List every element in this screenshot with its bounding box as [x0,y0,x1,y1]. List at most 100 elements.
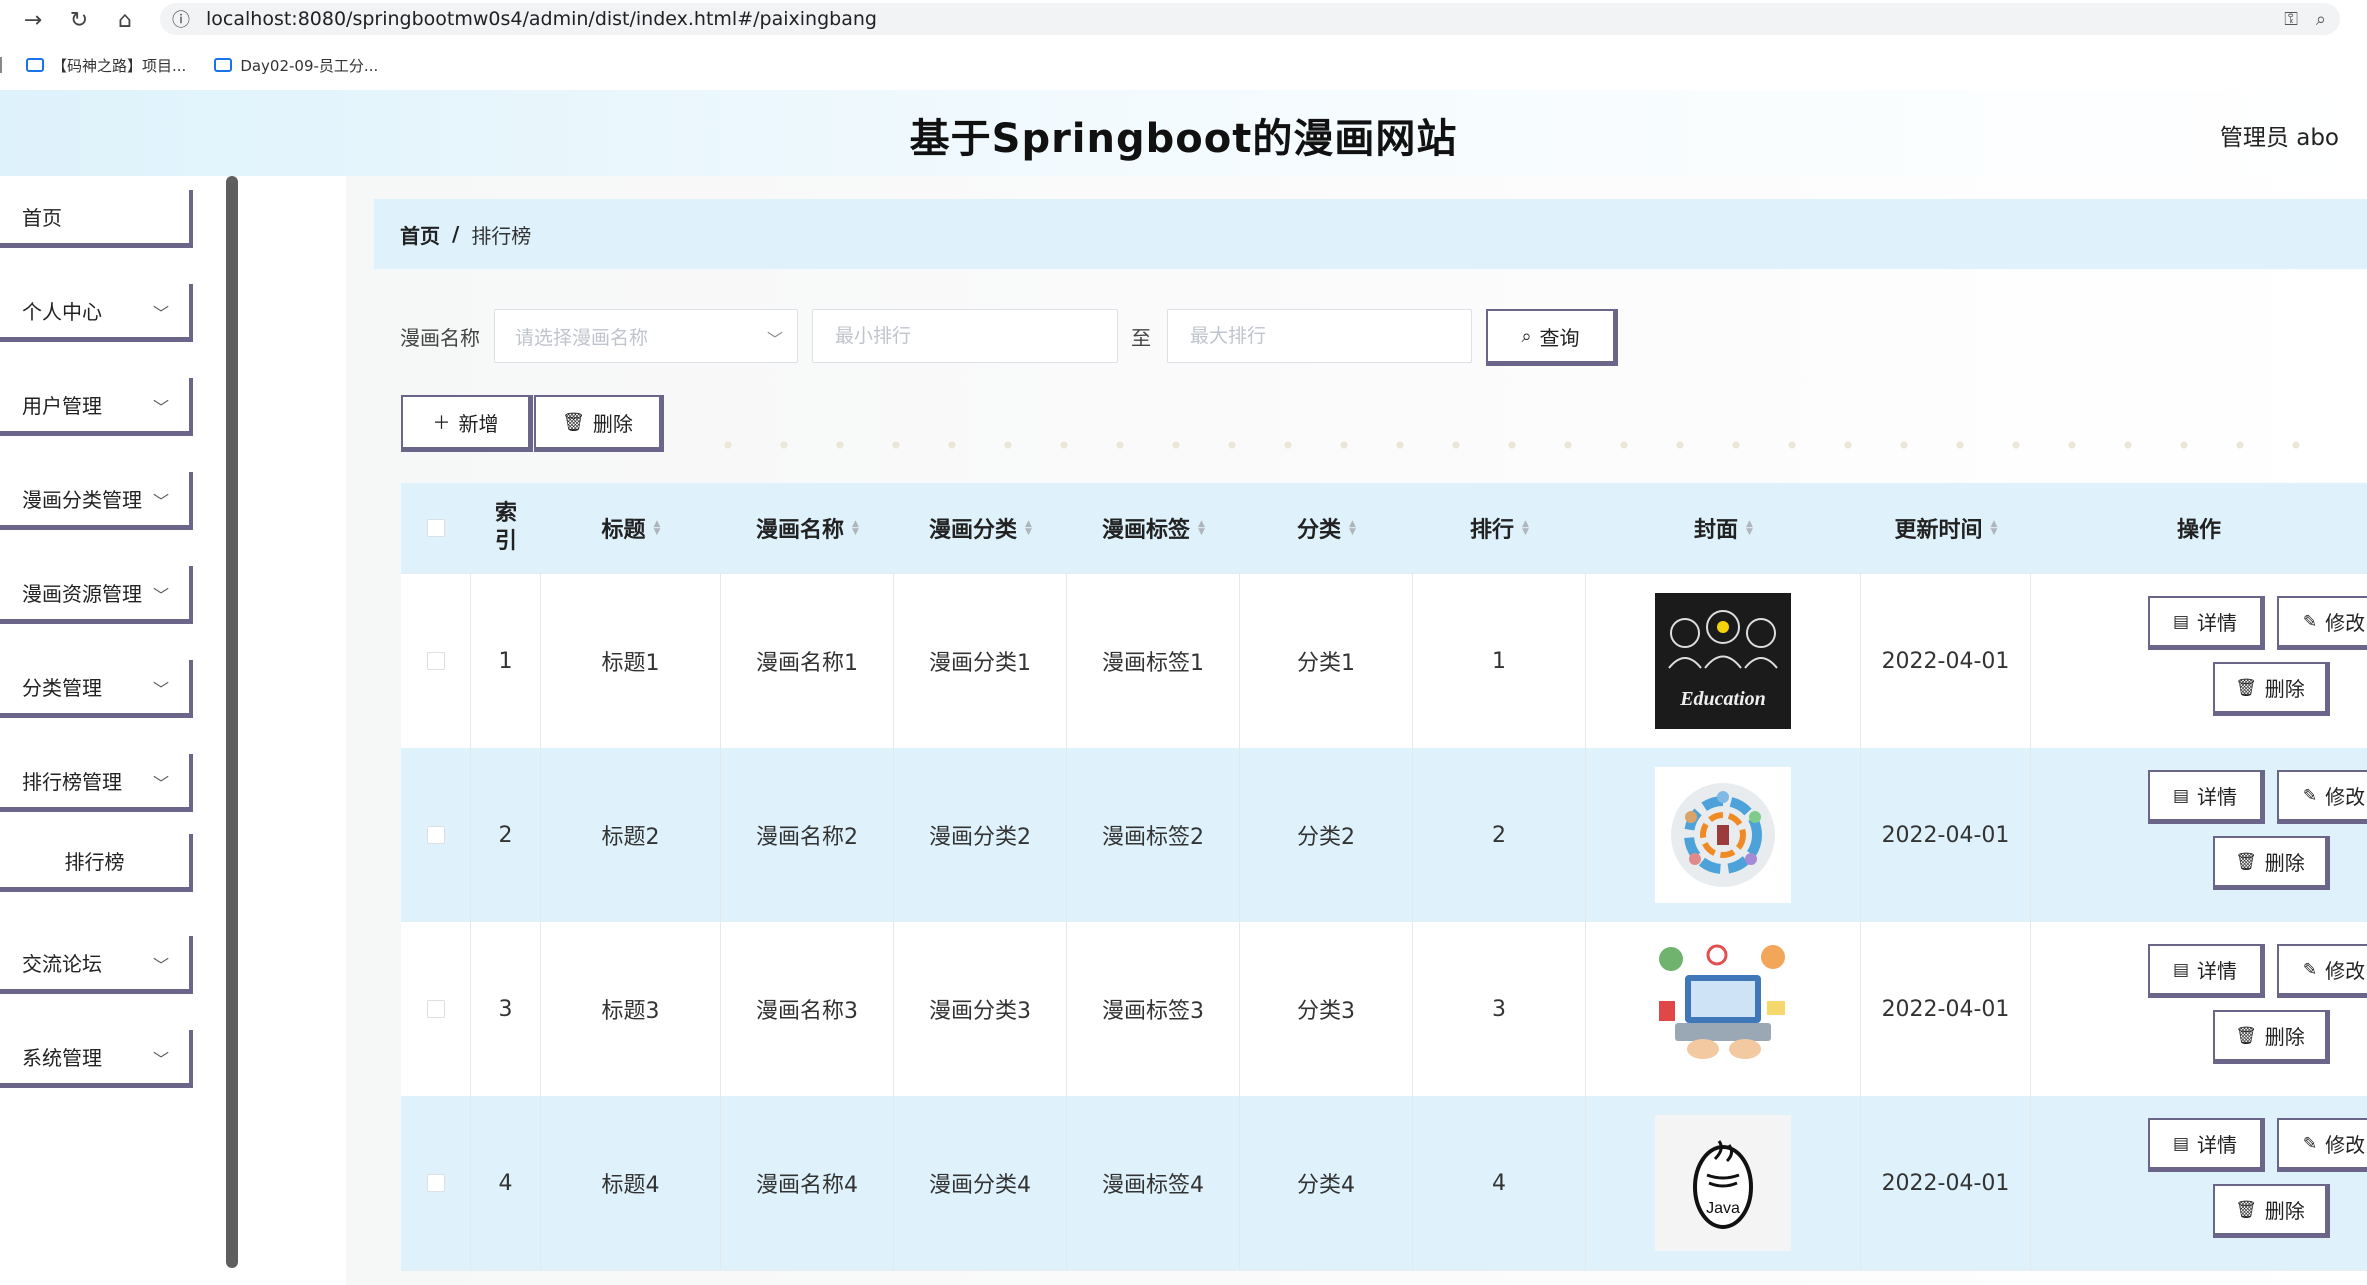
cell-cover [1586,748,1861,922]
cell-ops: ▤ 详情 ✎ 修改 🗑 删除 [2031,922,2367,1096]
cover-image-education: Education [1655,593,1791,729]
cell-title: 标题3 [541,922,721,1096]
sidebar-item-forum[interactable]: 交流论坛 ﹀ [0,936,193,994]
forward-icon[interactable]: → [18,5,48,35]
header-comic-category-label: 漫画分类 [929,518,1018,543]
delete-button[interactable]: 🗑 删除 [2213,662,2330,716]
delete-button[interactable]: 🗑 删除 [2213,1184,2330,1238]
add-button[interactable]: ＋ 新增 [401,395,533,452]
header-ops-label: 操作 [2176,518,2221,543]
sort-icon[interactable]: ▲ ▼ [654,520,661,537]
sidebar-subitem-ranking[interactable]: 排行榜 [0,834,193,892]
detail-button[interactable]: ▤ 详情 [2148,1118,2265,1172]
comic-name-select[interactable]: 请选择漫画名称 ﹀ [494,309,798,363]
cell-cover: Education [1586,574,1861,748]
address-bar[interactable]: ⓘ localhost:8080/springbootmw0s4/admin/d… [160,3,2340,35]
sidebar-item-user-management[interactable]: 用户管理 ﹀ [0,378,193,436]
row-select-cell[interactable] [401,748,471,922]
header-rank-label: 排行 [1470,518,1515,543]
sidebar-item-label: 系统管理 [22,1046,102,1070]
bookmark-item[interactable]: 【码神之路】项目... [26,55,186,76]
header-comic-tag[interactable]: 漫画标签 ▲ ▼ [1067,483,1240,573]
url-text: localhost:8080/springbootmw0s4/admin/dis… [206,8,877,30]
edit-button[interactable]: ✎ 修改 [2277,596,2367,650]
sidebar-item-system-management[interactable]: 系统管理 ﹀ [0,1030,193,1088]
sidebar-item-label: 漫画分类管理 [22,488,142,512]
sidebar-item-comic-resource-management[interactable]: 漫画资源管理 ﹀ [0,566,193,624]
row-checkbox[interactable] [426,826,445,844]
document-icon: ▤ [2172,959,2190,980]
user-label[interactable]: 管理员 abo [2220,118,2339,152]
chevron-down-icon: ﹀ [766,330,783,349]
query-button[interactable]: ⌕ 查询 [1486,309,1618,366]
detail-button[interactable]: ▤ 详情 [2148,944,2265,998]
row-select-cell[interactable] [401,922,471,1096]
edit-button[interactable]: ✎ 修改 [2277,770,2367,824]
cell-ops: ▤ 详情 ✎ 修改 🗑 删除 [2031,574,2367,748]
cell-title: 标题1 [541,574,721,748]
delete-button[interactable]: 🗑 删除 [2213,1010,2330,1064]
row-checkbox[interactable] [426,1000,445,1018]
header-cover[interactable]: 封面 ▲ ▼ [1586,483,1861,573]
row-checkbox[interactable] [426,1174,445,1192]
sidebar-item-comic-category-management[interactable]: 漫画分类管理 ﹀ [0,472,193,530]
bookmark-item[interactable]: Day02-09-员工分... [214,55,378,76]
header-comic-name[interactable]: 漫画名称 ▲ ▼ [721,483,894,573]
sidebar-item-home[interactable]: 首页 [0,190,193,248]
detail-button-label: 详情 [2197,1133,2238,1157]
sort-icon[interactable]: ▲ ▼ [1746,520,1753,537]
min-rank-field[interactable] [812,309,1118,363]
chevron-down-icon: ﹀ [152,680,169,699]
sort-icon[interactable]: ▲ ▼ [1198,520,1205,537]
sidebar-item-personal-center[interactable]: 个人中心 ﹀ [0,284,193,342]
edit-button[interactable]: ✎ 修改 [2277,944,2367,998]
row-checkbox[interactable] [426,652,445,670]
sort-icon[interactable]: ▲ ▼ [1522,520,1529,537]
zoom-icon[interactable]: ⌕ [2316,9,2326,30]
detail-button[interactable]: ▤ 详情 [2148,596,2265,650]
sort-icon[interactable]: ▲ ▼ [1349,520,1356,537]
sidebar-scrollbar[interactable] [226,176,238,1268]
edit-button-label: 修改 [2325,959,2366,983]
select-all-checkbox[interactable] [427,519,445,537]
edit-button[interactable]: ✎ 修改 [2277,1118,2367,1172]
breadcrumb-home[interactable]: 首页 [400,220,440,249]
bookmark-label: Day02-09-员工分... [240,56,379,75]
sort-icon[interactable]: ▲ ▼ [1991,520,1998,537]
sort-icon[interactable]: ▲ ▼ [1025,520,1032,537]
sidebar: 首页 个人中心 ﹀ 用户管理 ﹀ 漫画分类管理 ﹀ 漫画资源管理 ﹀ 分类管理 … [0,176,240,1285]
max-rank-field[interactable] [1167,309,1472,363]
comic-name-label: 漫画名称 [400,326,480,350]
trash-icon: 🗑 [2235,1025,2257,1046]
edit-button-label: 修改 [2325,785,2366,809]
edit-button-label: 修改 [2325,611,2366,635]
chevron-down-icon: ﹀ [152,304,169,323]
cell-index: 3 [471,922,541,1096]
row-select-cell[interactable] [401,574,471,748]
detail-button[interactable]: ▤ 详情 [2148,770,2265,824]
search-icon: ⌕ [1521,325,1532,347]
cell-comic-name: 漫画名称4 [721,1096,894,1270]
delete-button-label: 删除 [2264,677,2305,701]
key-icon[interactable]: ⚿ [2284,9,2298,30]
header-comic-category[interactable]: 漫画分类 ▲ ▼ [894,483,1067,573]
max-rank-input[interactable] [1188,324,1471,348]
sidebar-item-class-management[interactable]: 分类管理 ﹀ [0,660,193,718]
sort-icon[interactable]: ▲ ▼ [852,520,859,537]
cell-rank: 2 [1413,748,1586,922]
row-select-cell[interactable] [401,1096,471,1270]
header-rank[interactable]: 排行 ▲ ▼ [1413,483,1586,573]
min-rank-input[interactable] [833,324,1117,348]
cell-comic-category: 漫画分类1 [894,574,1067,748]
sidebar-item-ranking-management[interactable]: 排行榜管理 ﹀ [0,754,193,812]
select-all-cell[interactable] [401,483,471,573]
header-title[interactable]: 标题 ▲ ▼ [541,483,721,573]
batch-delete-button[interactable]: 🗑 删除 [534,395,664,452]
delete-button-label: 删除 [2264,1025,2305,1049]
header-class[interactable]: 分类 ▲ ▼ [1240,483,1413,573]
reload-icon[interactable]: ↻ [64,5,94,35]
home-icon[interactable]: ⌂ [110,5,140,35]
site-info-icon[interactable]: ⓘ [166,6,196,32]
header-updated[interactable]: 更新时间 ▲ ▼ [1861,483,2031,573]
delete-button[interactable]: 🗑 删除 [2213,836,2330,890]
